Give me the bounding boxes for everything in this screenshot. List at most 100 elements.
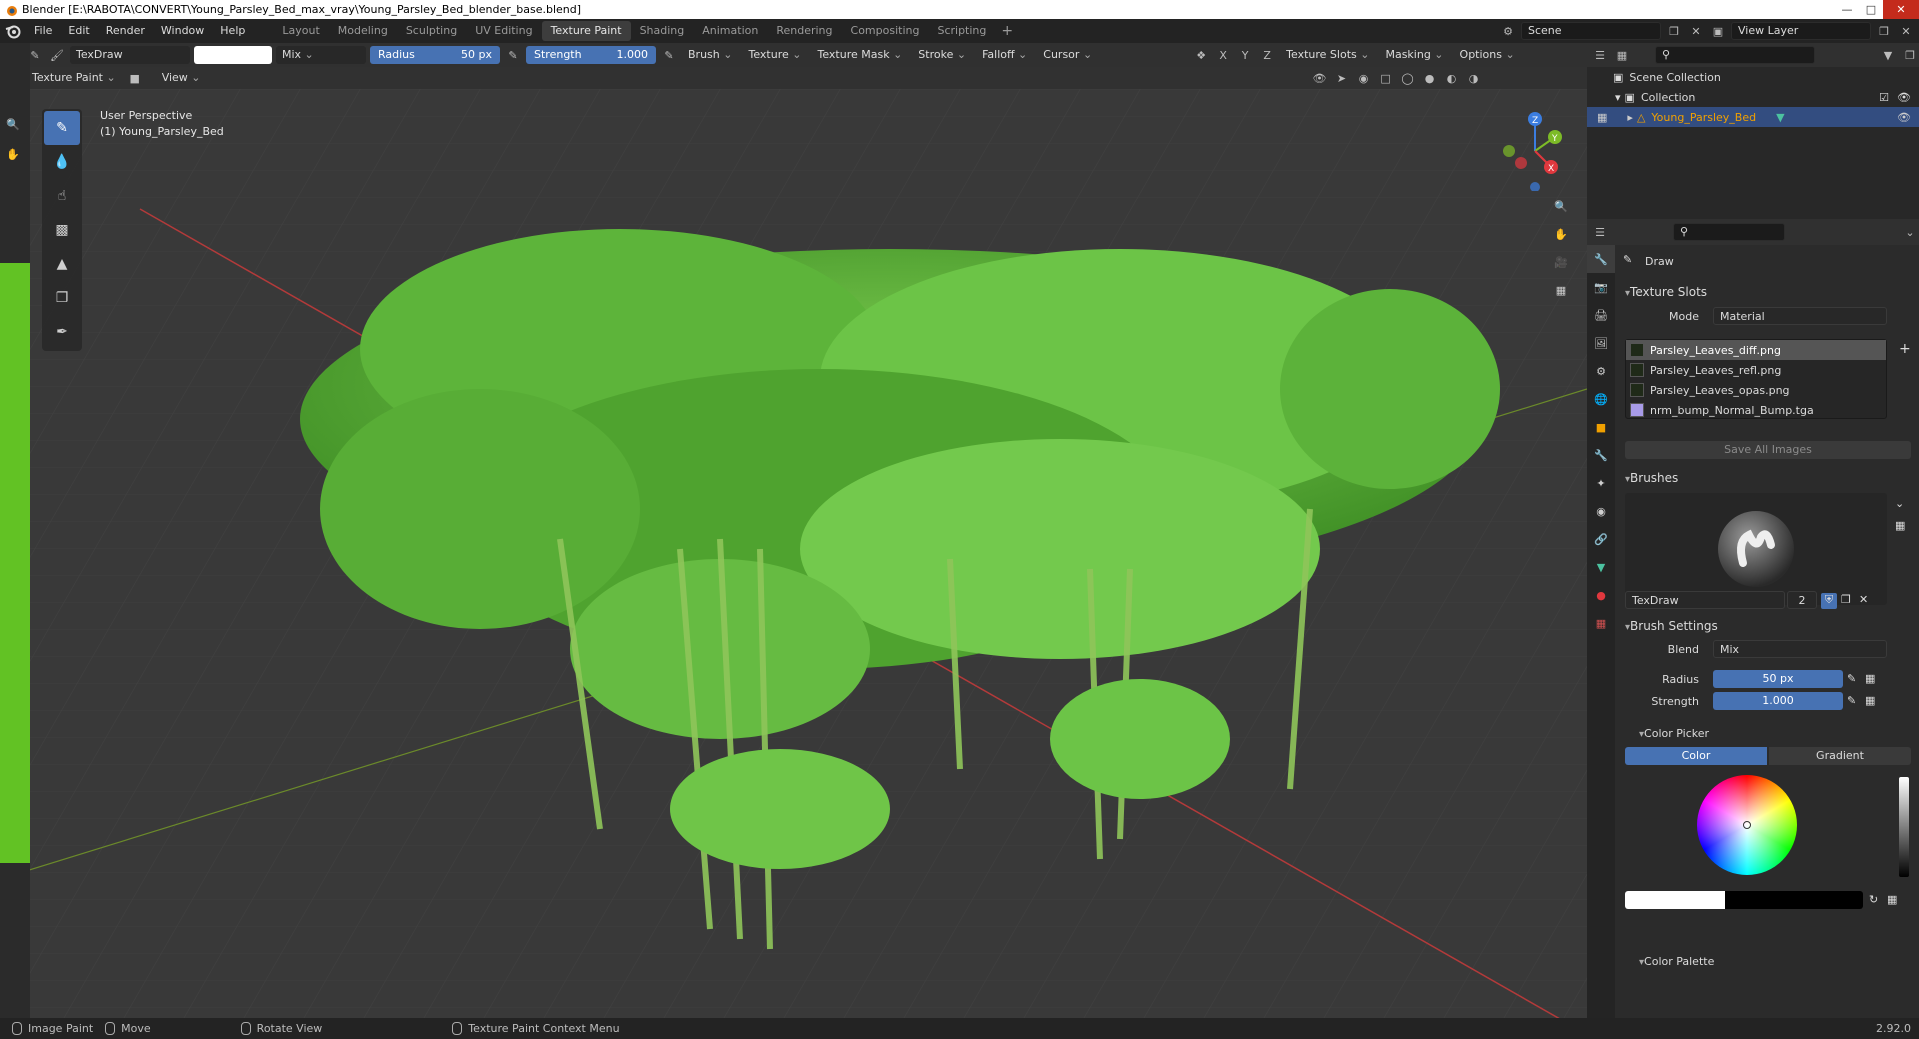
mask-tool[interactable]: ❐: [44, 281, 80, 315]
strength-pressure-icon-props[interactable]: ✎: [1847, 694, 1856, 707]
close-button[interactable]: ✕: [1883, 0, 1919, 19]
workspace-tab[interactable]: Shading: [631, 21, 694, 41]
view-menu[interactable]: View: [156, 69, 207, 87]
color-palette-subpanel[interactable]: Color Palette: [1639, 955, 1714, 968]
unlink-brush-icon[interactable]: ✕: [1859, 593, 1868, 606]
minimize-button[interactable]: —: [1835, 0, 1859, 19]
duplicate-brush-icon[interactable]: ❐: [1841, 593, 1851, 606]
mode-dropdown-props[interactable]: Material: [1713, 307, 1887, 325]
texture-slot-row[interactable]: nrm_bump_Normal_Bump.tga: [1626, 400, 1886, 420]
mirror-z-toggle[interactable]: Z: [1258, 46, 1276, 64]
masking-menu[interactable]: Masking: [1379, 46, 1449, 64]
viewport-canvas[interactable]: [0, 89, 1587, 1018]
color-tab[interactable]: Color: [1625, 747, 1767, 765]
texture-slots-panel-header[interactable]: Texture Slots: [1625, 285, 1707, 299]
properties-editor-icon[interactable]: ☰: [1591, 223, 1609, 241]
remove-view-layer-icon[interactable]: ✕: [1897, 22, 1915, 40]
face-mask-icon[interactable]: ■: [126, 69, 144, 87]
strength-unit-icon[interactable]: ▦: [1865, 694, 1875, 707]
workspace-tab[interactable]: Compositing: [842, 21, 929, 41]
menu-edit[interactable]: Edit: [60, 19, 97, 43]
brush-thumbnail-icon[interactable]: ▦: [1895, 519, 1905, 532]
new-collection-icon[interactable]: ❐: [1901, 46, 1919, 64]
strength-slider[interactable]: Strength 1.000: [526, 46, 656, 64]
remove-scene-icon[interactable]: ✕: [1687, 22, 1705, 40]
add-workspace-icon[interactable]: +: [995, 23, 1019, 39]
output-tab-icon[interactable]: 🖨: [1587, 301, 1615, 329]
object-visibility-icon[interactable]: 👁: [1897, 111, 1911, 124]
new-scene-icon[interactable]: ❐: [1665, 22, 1683, 40]
swap-colors-icon[interactable]: ↻: [1869, 893, 1878, 906]
xray-icon[interactable]: □: [1377, 69, 1395, 87]
add-slot-icon[interactable]: +: [1899, 341, 1911, 357]
brush-name-field[interactable]: TexDraw: [70, 46, 190, 64]
fake-user-shield-icon[interactable]: ⛨: [1821, 593, 1837, 609]
mode-dropdown[interactable]: Texture Paint: [26, 69, 122, 87]
data-tab-icon[interactable]: ▼: [1587, 553, 1615, 581]
brush-preview-box[interactable]: [1625, 493, 1887, 605]
brush-users-count[interactable]: 2: [1787, 591, 1817, 609]
menu-window[interactable]: Window: [153, 19, 212, 43]
display-mode-icon[interactable]: ▦: [1613, 46, 1631, 64]
texture-menu[interactable]: Texture: [742, 46, 807, 64]
new-view-layer-icon[interactable]: ❐: [1875, 22, 1893, 40]
strength-pressure-icon[interactable]: ✎: [660, 46, 678, 64]
zoom-icon[interactable]: 🔍: [1550, 195, 1572, 217]
constraints-tab-icon[interactable]: 🔗: [1587, 525, 1615, 553]
material-tab-icon[interactable]: ●: [1587, 581, 1615, 609]
texture-slot-row[interactable]: Parsley_Leaves_opas.png: [1626, 380, 1886, 400]
brushes-panel-header[interactable]: Brushes: [1625, 471, 1678, 485]
annotate-tool[interactable]: ✒: [44, 315, 80, 349]
visibility-icon[interactable]: 👁: [1311, 69, 1329, 87]
workspace-tab[interactable]: Sculpting: [397, 21, 466, 41]
blend-dropdown-props[interactable]: Mix: [1713, 640, 1887, 658]
object-tab-icon[interactable]: ■: [1587, 413, 1615, 441]
filter-icon[interactable]: ▼: [1879, 46, 1897, 64]
view-layer-field[interactable]: View Layer: [1731, 22, 1871, 40]
workspace-tab[interactable]: UV Editing: [466, 21, 541, 41]
render-tab-icon[interactable]: 📷: [1587, 273, 1615, 301]
workspace-tab[interactable]: Modeling: [329, 21, 397, 41]
image-editor-strip[interactable]: 🔍 ✋: [0, 43, 30, 1018]
outliner-editor-icon[interactable]: ☰: [1591, 46, 1609, 64]
color-picker-subpanel[interactable]: Color Picker: [1639, 727, 1709, 740]
radius-pressure-icon-props[interactable]: ✎: [1847, 672, 1856, 685]
collection-checkbox[interactable]: ☑: [1879, 91, 1889, 104]
menu-file[interactable]: File: [26, 19, 60, 43]
rendered-shading-icon[interactable]: ◑: [1465, 69, 1483, 87]
brush-settings-panel-header[interactable]: Brush Settings: [1625, 619, 1718, 633]
options-menu[interactable]: Options: [1454, 46, 1521, 64]
pan-hand-icon[interactable]: ✋: [1550, 223, 1572, 245]
clone-tool[interactable]: ▩: [44, 213, 80, 247]
color-wheel[interactable]: [1697, 775, 1797, 875]
mirror-y-toggle[interactable]: Y: [1236, 46, 1254, 64]
texture-slot-row[interactable]: Parsley_Leaves_diff.png: [1626, 340, 1886, 360]
properties-options-icon[interactable]: ⌄: [1901, 223, 1919, 241]
modifier-tab-icon[interactable]: 🔧: [1587, 441, 1615, 469]
falloff-menu[interactable]: Falloff: [976, 46, 1033, 64]
navigation-gizmo[interactable]: Z Y X: [1495, 111, 1575, 192]
camera-view-icon[interactable]: 🎥: [1550, 251, 1572, 273]
workspace-tab[interactable]: Texture Paint: [541, 21, 631, 41]
menu-help[interactable]: Help: [212, 19, 253, 43]
color-unit-icon[interactable]: ▦: [1887, 893, 1897, 906]
brush-color-swatch[interactable]: [194, 46, 272, 64]
cursor-menu[interactable]: Cursor: [1037, 46, 1098, 64]
scene-field[interactable]: Scene: [1521, 22, 1661, 40]
radius-pressure-icon[interactable]: ✎: [504, 46, 522, 64]
workspace-tab[interactable]: Scripting: [928, 21, 995, 41]
menu-render[interactable]: Render: [98, 19, 153, 43]
brush-menu[interactable]: Brush: [682, 46, 738, 64]
solid-shading-icon[interactable]: ●: [1421, 69, 1439, 87]
outliner-row-object[interactable]: ▦ ▸ △ Young_Parsley_Bed ▼ 👁: [1587, 107, 1919, 127]
texture-slots-menu[interactable]: Texture Slots: [1280, 46, 1375, 64]
radius-slider[interactable]: Radius 50 px: [370, 46, 500, 64]
3d-viewport[interactable]: ▢ ✎ 🖌 TexDraw Mix Radius50 px ✎ Strength…: [0, 43, 1587, 1018]
view-layer-tab-icon[interactable]: 🖼: [1587, 329, 1615, 357]
texture-tab-icon[interactable]: ▦: [1587, 609, 1615, 637]
outliner-row-scene-collection[interactable]: ▣ Scene Collection: [1587, 67, 1919, 87]
blender-menu-icon[interactable]: [0, 19, 26, 43]
wireframe-shading-icon[interactable]: ◯: [1399, 69, 1417, 87]
smear-tool[interactable]: ☝: [44, 179, 80, 213]
mirror-x-toggle[interactable]: X: [1214, 46, 1232, 64]
